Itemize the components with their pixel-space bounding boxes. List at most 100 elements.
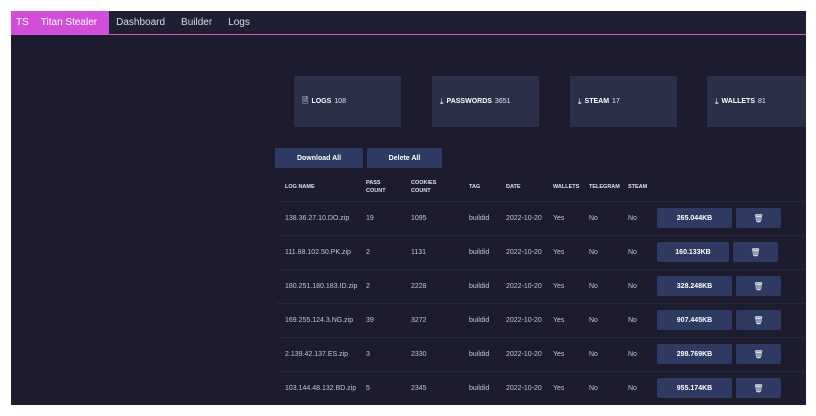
stat-label: LOGS: [311, 98, 332, 105]
steam-cell: No: [628, 317, 637, 324]
stat-label: STEAM: [584, 98, 610, 105]
pass-count-cell: 2: [366, 283, 370, 290]
trash-icon: 🗑: [753, 349, 764, 359]
table-row: 111.88.102.50.PK.zip 2 1131 buildid 2022…: [276, 235, 806, 269]
telegram-cell: No: [589, 215, 598, 222]
telegram-cell: No: [589, 283, 598, 290]
steam-cell: No: [628, 215, 637, 222]
cookies-count-cell: 2345: [411, 385, 427, 392]
download-log-button[interactable]: 955.174KB: [657, 378, 732, 398]
telegram-cell: No: [589, 351, 598, 358]
stat-value: 81: [758, 98, 766, 105]
cookies-count-cell: 3272: [411, 317, 427, 324]
tag-cell: buildid: [469, 317, 490, 324]
download-log-button[interactable]: 265.044KB: [657, 208, 732, 228]
cookies-count-cell: 2330: [411, 351, 427, 358]
telegram-cell: No: [589, 317, 598, 324]
wallets-cell: Yes: [553, 283, 565, 290]
header-wallets: WALLETS: [553, 184, 580, 190]
telegram-cell: No: [589, 249, 598, 256]
steam-cell: No: [628, 249, 637, 256]
log-name-cell: 103.144.48.132.BD.zip: [285, 385, 357, 392]
date-cell: 2022-10-20: [506, 215, 542, 222]
download-icon: ⤓: [440, 96, 444, 106]
pass-count-cell: 5: [366, 385, 370, 392]
tag-cell: buildid: [469, 385, 490, 392]
document-icon: 🗎: [302, 95, 309, 105]
date-cell: 2022-10-20: [506, 385, 542, 392]
pass-count-cell: 19: [366, 215, 374, 222]
log-name-cell: 180.251.180.183.ID.zip: [285, 283, 358, 290]
tag-cell: buildid: [469, 249, 490, 256]
stat-card-passwords: ⤓ PASSWORDS 3651: [432, 76, 539, 127]
delete-log-button[interactable]: 🗑: [733, 242, 778, 262]
trash-icon: 🗑: [753, 213, 764, 223]
download-icon: ⤓: [578, 96, 582, 106]
download-all-button[interactable]: Download All: [275, 148, 363, 168]
trash-icon: 🗑: [753, 281, 764, 291]
date-cell: 2022-10-20: [506, 249, 542, 256]
date-cell: 2022-10-20: [506, 317, 542, 324]
wallets-cell: Yes: [553, 385, 565, 392]
delete-log-button[interactable]: 🗑: [736, 378, 781, 398]
cookies-count-cell: 1095: [411, 215, 427, 222]
delete-log-button[interactable]: 🗑: [736, 344, 781, 364]
cookies-count-cell: 2228: [411, 283, 427, 290]
steam-cell: No: [628, 351, 637, 358]
steam-cell: No: [628, 385, 637, 392]
delete-log-button[interactable]: 🗑: [736, 276, 781, 296]
log-name-cell: 111.88.102.50.PK.zip: [285, 249, 351, 256]
tag-cell: buildid: [469, 215, 490, 222]
cookies-count-cell: 1131: [411, 249, 427, 256]
delete-all-button[interactable]: Delete All: [367, 148, 442, 168]
brand-short: TS: [16, 17, 29, 28]
wallets-cell: Yes: [553, 317, 565, 324]
download-log-button[interactable]: 328.248KB: [657, 276, 732, 296]
trash-icon: 🗑: [753, 383, 764, 393]
nav-link-dashboard[interactable]: Dashboard: [116, 17, 165, 28]
log-name-cell: 138.36.27.10.DO.zip: [285, 215, 350, 222]
table-row: 103.144.48.132.BD.zip 5 2345 buildid 202…: [276, 371, 806, 405]
wallets-cell: Yes: [553, 249, 565, 256]
header-date: DATE: [506, 184, 521, 190]
wallets-cell: Yes: [553, 215, 565, 222]
header-steam: STEAM: [628, 184, 648, 190]
stat-card-logs: 🗎 LOGS 108: [294, 76, 401, 127]
delete-log-button[interactable]: 🗑: [736, 208, 781, 228]
table-row: 2.139.42.137.ES.zip 3 2330 buildid 2022-…: [276, 337, 806, 371]
stat-card-steam: ⤓ STEAM 17: [570, 76, 677, 127]
trash-icon: 🗑: [750, 247, 761, 257]
telegram-cell: No: [589, 385, 598, 392]
table-row: 138.36.27.10.DO.zip 19 1095 buildid 2022…: [276, 201, 806, 235]
delete-log-button[interactable]: 🗑: [736, 310, 781, 330]
download-icon: ⤓: [715, 96, 719, 106]
steam-cell: No: [628, 283, 637, 290]
header-tag: TAG: [469, 184, 481, 190]
stat-value: 17: [612, 98, 620, 105]
brand[interactable]: TS Titan Stealer: [11, 11, 110, 35]
download-log-button[interactable]: 298.769KB: [657, 344, 732, 364]
nav-link-logs[interactable]: Logs: [228, 17, 250, 28]
table-row: 169.255.124.3.NG.zip 39 3272 buildid 202…: [276, 303, 806, 337]
header-cookies-count: COOKIES COUNT: [411, 180, 437, 194]
tag-cell: buildid: [469, 351, 490, 358]
tag-cell: buildid: [469, 283, 490, 290]
stat-label: PASSWORDS: [446, 98, 492, 105]
trash-icon: 🗑: [753, 315, 764, 325]
log-name-cell: 2.139.42.137.ES.zip: [285, 351, 349, 358]
download-log-button[interactable]: 907.445KB: [657, 310, 732, 330]
brand-name: Titan Stealer: [40, 17, 98, 28]
app-window: TS Titan Stealer Dashboard Builder Logs …: [11, 11, 806, 405]
download-log-button[interactable]: 160.133KB: [657, 242, 729, 262]
log-name-cell: 169.255.124.3.NG.zip: [285, 317, 354, 324]
nav-link-builder[interactable]: Builder: [181, 17, 212, 28]
wallets-cell: Yes: [553, 351, 565, 358]
date-cell: 2022-10-20: [506, 351, 542, 358]
stat-card-wallets: ⤓ WALLETS 81: [707, 76, 806, 127]
stat-label: WALLETS: [721, 98, 755, 105]
date-cell: 2022-10-20: [506, 283, 542, 290]
table-row: 180.251.180.183.ID.zip 2 2228 buildid 20…: [276, 269, 806, 303]
pass-count-cell: 2: [366, 249, 370, 256]
header-log-name: LOG NAME: [285, 184, 315, 190]
pass-count-cell: 3: [366, 351, 370, 358]
